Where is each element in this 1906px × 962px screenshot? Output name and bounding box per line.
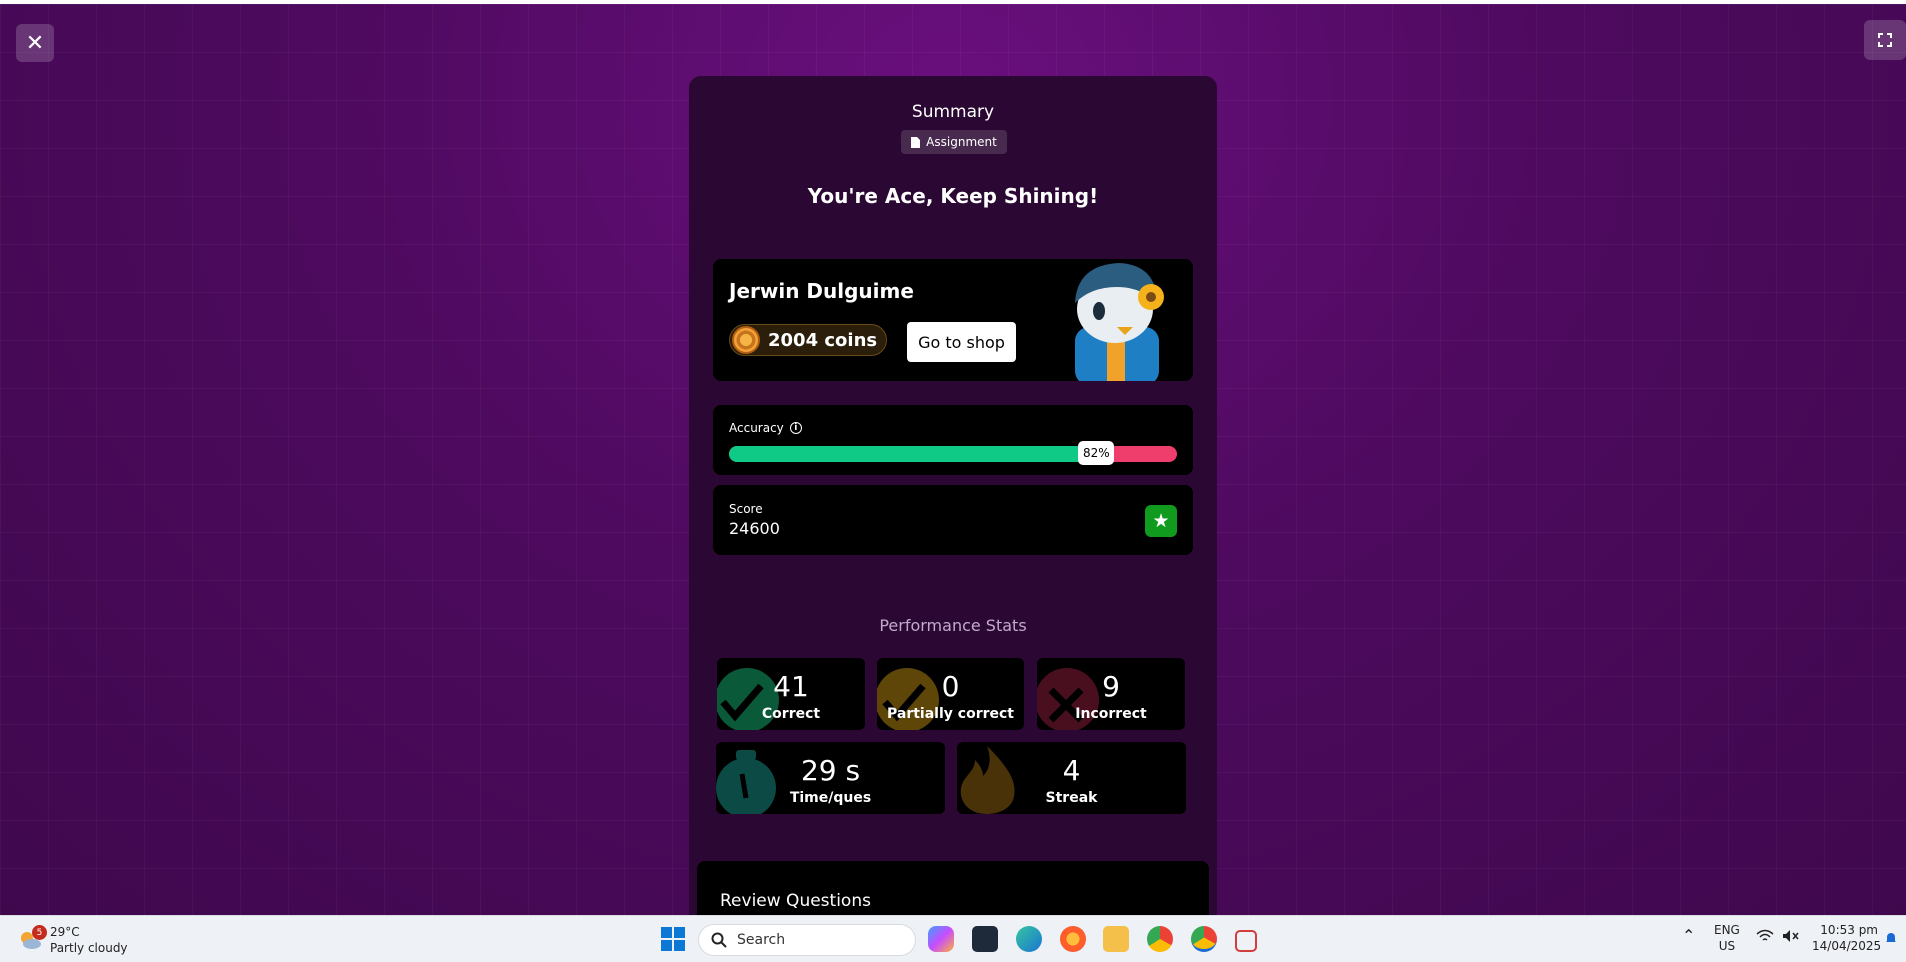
file-explorer-icon[interactable]	[1103, 926, 1129, 952]
time-per-question-stat: 29 s Time/ques	[716, 742, 945, 814]
summary-title: Summary	[911, 102, 995, 122]
streak-value: 4	[1062, 754, 1081, 787]
language-indicator[interactable]: ENG US	[1714, 922, 1740, 954]
time-per-question-value: 29 s	[800, 754, 861, 787]
clock[interactable]: 10:53 pm 14/04/2025	[1812, 922, 1882, 954]
amazon-icon[interactable]	[972, 926, 998, 952]
close-icon: ✕	[25, 30, 45, 56]
incorrect-count: 9	[1102, 670, 1120, 703]
score-label: Score	[729, 502, 763, 516]
partially-correct-label: Partially correct	[887, 706, 1014, 722]
correct-stat: 41 Correct	[717, 658, 865, 730]
firefox-icon[interactable]	[1060, 926, 1086, 952]
clock-date: 14/04/2025	[1812, 939, 1882, 953]
chrome-icon[interactable]	[1147, 926, 1173, 952]
coins-label: 2004 coins	[768, 329, 878, 351]
partially-correct-count: 0	[941, 670, 960, 703]
windows-start-icon[interactable]	[660, 926, 686, 952]
review-questions-title: Review Questions	[720, 891, 871, 911]
accuracy-bar-fill	[729, 446, 1097, 462]
avatar-illustration	[1075, 263, 1164, 381]
clock-time: 10:53 pm	[1820, 923, 1878, 937]
chrome-profile-icon[interactable]	[1191, 926, 1217, 952]
chevron-up-icon[interactable]: ⌃	[1682, 928, 1695, 944]
fullscreen-icon	[1878, 33, 1892, 47]
score-card: Score 24600 ★	[713, 485, 1193, 555]
accuracy-card: Accuracy i 82%	[713, 405, 1193, 475]
incorrect-label: Incorrect	[1075, 706, 1147, 722]
player-name: Jerwin Dulguime	[729, 279, 914, 303]
weather-temp: 29°C	[50, 925, 80, 939]
correct-label: Correct	[761, 706, 821, 722]
search-icon	[711, 932, 727, 948]
coin-icon	[732, 326, 760, 354]
incorrect-stat: 9 Incorrect	[1037, 658, 1185, 730]
volume-muted-icon[interactable]	[1782, 929, 1800, 947]
copilot-icon[interactable]	[928, 926, 954, 952]
weather-description: Partly cloudy	[50, 941, 128, 955]
weather-alert-badge: 5	[32, 925, 47, 940]
notification-bell-icon[interactable]	[1884, 931, 1898, 949]
star-icon: ★	[1145, 505, 1177, 537]
summary-panel: Summary Assignment You're Ace, Keep Shin…	[689, 76, 1217, 915]
weather-icon: 5	[18, 925, 47, 951]
language-top: ENG	[1714, 923, 1740, 937]
performance-stats-title: Performance Stats	[879, 616, 1027, 635]
streak-label: Streak	[1045, 790, 1098, 806]
assignment-tag-label: Assignment	[926, 135, 997, 149]
windows-taskbar: 5 29°C Partly cloudy Search ⌃ ENG US 10:…	[0, 915, 1906, 962]
assignment-tag: Assignment	[901, 130, 1007, 154]
fullscreen-button[interactable]	[1864, 20, 1906, 60]
accuracy-label: Accuracy	[729, 421, 784, 435]
taskbar-search[interactable]: Search	[698, 924, 916, 956]
review-questions-section[interactable]: Review Questions	[697, 861, 1209, 915]
wifi-icon[interactable]	[1756, 929, 1774, 947]
profile-card: Jerwin Dulguime 2004 coins Go to shop	[713, 259, 1193, 381]
weather-text: 29°C Partly cloudy	[50, 924, 128, 956]
score-value: 24600	[729, 519, 780, 538]
weather-widget[interactable]: 5 29°C Partly cloudy	[18, 924, 128, 956]
info-icon[interactable]: i	[789, 422, 802, 434]
time-per-question-label: Time/ques	[789, 790, 872, 806]
correct-count: 41	[773, 670, 809, 703]
document-icon	[911, 136, 921, 148]
language-bottom: US	[1718, 939, 1736, 953]
coins-badge: 2004 coins	[729, 324, 888, 356]
close-button[interactable]: ✕	[16, 24, 54, 62]
streak-stat: 4 Streak	[957, 742, 1186, 814]
search-placeholder: Search	[737, 932, 786, 948]
snipping-tool-icon[interactable]	[1235, 930, 1257, 952]
quiz-summary-screen: ✕ Summary Assignment You're Ace, Keep Sh…	[0, 4, 1906, 915]
partially-correct-stat: 0 Partially correct	[877, 658, 1024, 730]
edge-icon[interactable]	[1016, 926, 1042, 952]
accuracy-percent-badge: 82%	[1078, 441, 1115, 465]
accuracy-label-row: Accuracy i	[729, 421, 802, 435]
headline: You're Ace, Keep Shining!	[807, 184, 1099, 208]
go-to-shop-button[interactable]: Go to shop	[907, 322, 1016, 362]
